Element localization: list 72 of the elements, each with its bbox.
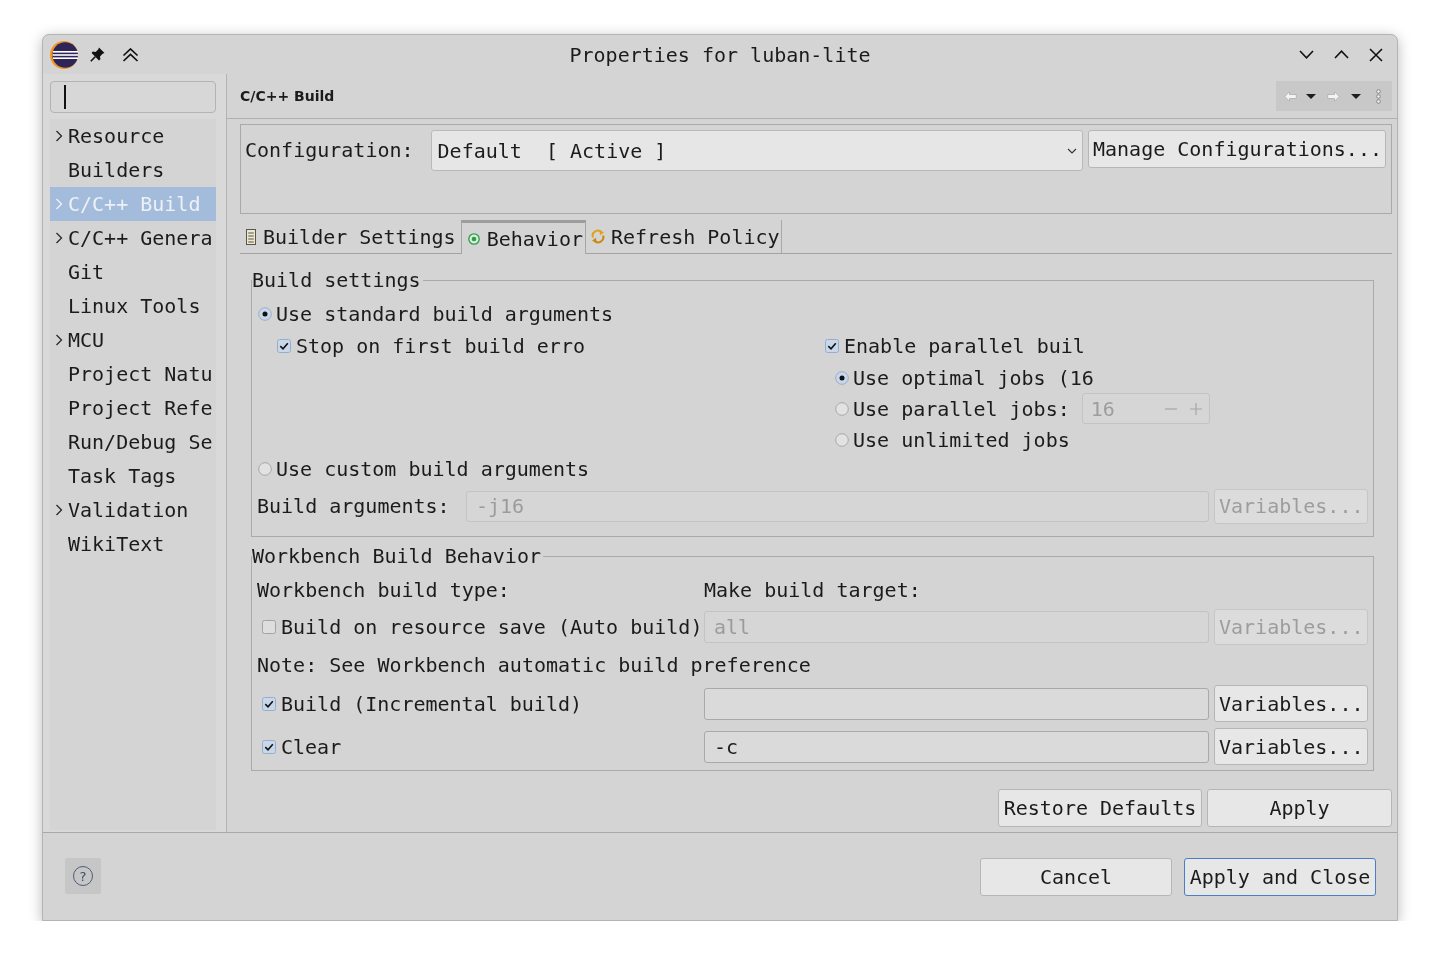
tree-item[interactable]: Project Refe	[50, 391, 216, 425]
option-label: Use parallel jobs:	[853, 396, 1070, 421]
dialog-button[interactable]: Cancel	[980, 858, 1172, 896]
configuration-dropdown[interactable]: Default [ Active ]	[430, 130, 1083, 171]
help-button[interactable]: ?	[65, 858, 101, 894]
group-title: Workbench Build Behavior	[252, 544, 542, 568]
checkbox[interactable]	[825, 338, 839, 353]
tree-item[interactable]: Project Natu	[50, 357, 216, 391]
option-label: Use optimal jobs (16	[853, 365, 1094, 390]
page-button[interactable]: Restore Defaults	[998, 789, 1202, 827]
checkbox[interactable]	[262, 739, 276, 754]
app-logo-icon[interactable]	[50, 40, 78, 69]
minimize-icon[interactable]	[1299, 50, 1314, 59]
tree-item[interactable]: MCU	[50, 323, 216, 357]
document-icon	[246, 228, 256, 245]
caret-down-icon[interactable]	[1306, 93, 1316, 99]
radio-button[interactable]	[835, 370, 849, 385]
chevron-right-icon[interactable]	[55, 232, 63, 244]
tree-item[interactable]: C/C++ Genera	[50, 221, 216, 255]
radio-button[interactable]	[835, 432, 849, 447]
checkbox-label: Build on resource save (Auto build)	[281, 614, 703, 639]
variables-button[interactable]: Variables...	[1214, 685, 1368, 722]
page-button[interactable]: Apply	[1207, 789, 1392, 827]
tree-item[interactable]: Validation	[50, 493, 216, 527]
radio-dot-icon	[467, 232, 480, 245]
chevron-right-icon[interactable]	[55, 130, 63, 142]
double-chevron-up-icon[interactable]	[122, 47, 139, 62]
checkbox-label: Build (Incremental build)	[281, 691, 583, 716]
chevron-right-icon[interactable]	[55, 504, 63, 516]
chevron-down-icon	[1067, 147, 1077, 154]
pin-icon[interactable]	[90, 47, 105, 62]
group-title: Build settings	[252, 268, 422, 292]
tab[interactable]: Builder Settings	[242, 220, 459, 253]
tab[interactable]: Behavior	[460, 220, 586, 254]
dialog-button[interactable]: Apply and Close	[1184, 858, 1376, 896]
variables-button[interactable]: Variables...	[1214, 728, 1368, 765]
tree-item[interactable]: Linux Tools	[50, 289, 216, 323]
build-type-label: Workbench build type:	[257, 578, 511, 602]
tree-item[interactable]: Task Tags	[50, 459, 216, 493]
checkbox-label: Stop on first build erro	[296, 333, 585, 358]
build-target-field[interactable]: -c	[704, 730, 1209, 763]
checkbox-label: Clear	[281, 734, 342, 759]
option-label: Use unlimited jobs	[853, 427, 1070, 452]
manage-configurations-button[interactable]: Manage Configurations...	[1088, 130, 1386, 168]
close-icon[interactable]	[1369, 47, 1383, 62]
option-label: Use custom build arguments	[276, 457, 590, 481]
tab[interactable]: Refresh Policy	[587, 220, 782, 253]
option-label: Use standard build arguments	[276, 301, 614, 326]
build-target-label: Make build target:	[704, 578, 921, 602]
note-text: Note: See Workbench automatic build preference	[257, 653, 811, 677]
tree-item[interactable]: Git	[50, 255, 216, 289]
build-arguments-label: Build arguments:	[257, 494, 451, 518]
checkbox[interactable]	[262, 696, 276, 711]
build-target-field[interactable]	[704, 687, 1209, 720]
radio-button[interactable]	[835, 401, 849, 416]
checkbox-label: Enable parallel buil	[844, 333, 1085, 358]
tree-item[interactable]: Resource	[50, 119, 216, 153]
refresh-icon	[591, 229, 605, 244]
checkbox[interactable]	[262, 619, 276, 634]
radio-button[interactable]	[258, 306, 272, 321]
tree-item[interactable]: Builders	[50, 153, 216, 187]
radio-button[interactable]	[258, 462, 272, 476]
window-title: Properties for luban-lite	[568, 42, 872, 67]
configuration-label: Configuration:	[245, 137, 414, 164]
filter-field[interactable]	[50, 81, 216, 113]
page-title: C/C++ Build	[240, 88, 336, 104]
tree-item[interactable]: WikiText	[50, 527, 216, 561]
maximize-icon[interactable]	[1334, 50, 1349, 59]
checkbox[interactable]	[277, 338, 291, 353]
tree-item[interactable]: Run/Debug Se	[50, 425, 216, 459]
chevron-right-icon[interactable]	[55, 334, 63, 346]
caret-down-icon[interactable]	[1351, 93, 1361, 99]
